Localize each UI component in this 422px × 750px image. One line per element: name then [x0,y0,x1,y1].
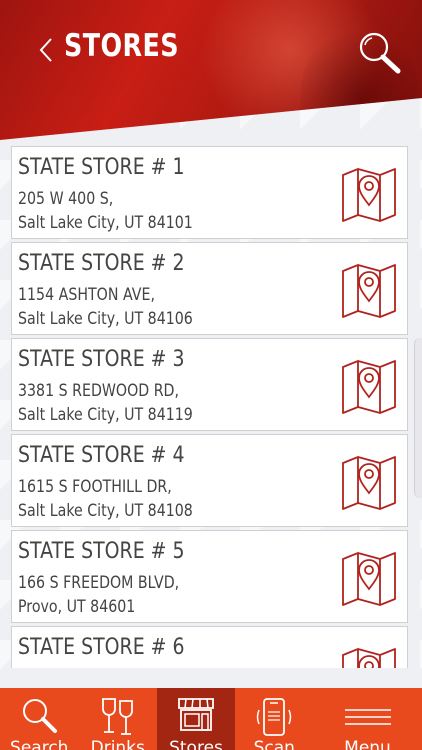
store-map-button[interactable] [340,453,398,511]
store-address-line1: 3381 S REDWOOD RD, [18,381,180,400]
store-name: STATE STORE # 2 [18,251,185,276]
store-map-button[interactable] [340,645,398,668]
store-address-line1: 1615 S FOOTHILL DR, [18,477,172,496]
store-address: 3381 S REDWOOD RD, Salt Lake City, UT 84… [18,379,193,427]
map-pin-icon [342,360,396,414]
map-pin-icon [342,168,396,222]
store-list[interactable]: STATE STORE # 1 205 W 400 S, Salt Lake C… [11,146,409,668]
store-name: STATE STORE # 6 [18,635,185,660]
search-icon [359,32,401,74]
store-name: STATE STORE # 3 [18,347,185,372]
store-name: STATE STORE # 4 [18,443,185,468]
search-button[interactable] [356,30,404,76]
store-address-line2: Salt Lake City, UT 84101 [18,213,193,232]
store-address-line1: 1154 ASHTON AVE, [18,285,155,304]
store-address-line1: 166 S FREEDOM BLVD, [18,573,180,592]
store-card[interactable]: STATE STORE # 6 [11,626,408,668]
store-card[interactable]: STATE STORE # 2 1154 ASHTON AVE, Salt La… [11,242,408,335]
tab-label: Scan [253,738,295,750]
tab-drinks[interactable]: Drinks [79,688,158,750]
tab-label: Drinks [90,738,145,750]
tab-label: Stores [169,738,223,750]
store-address-line2: Salt Lake City, UT 84108 [18,501,193,520]
store-address-line2: Salt Lake City, UT 84106 [18,309,193,328]
store-card[interactable]: STATE STORE # 3 3381 S REDWOOD RD, Salt … [11,338,408,431]
store-card[interactable]: STATE STORE # 4 1615 S FOOTHILL DR, Salt… [11,434,408,527]
page-title: STORES [64,28,179,64]
store-address-line1: 205 W 400 S, [18,189,114,208]
store-map-button[interactable] [340,165,398,223]
tab-menu[interactable]: Menu [314,688,422,750]
store-address: 1615 S FOOTHILL DR, Salt Lake City, UT 8… [18,475,193,523]
store-address-line2: Provo, UT 84601 [18,597,136,616]
back-button[interactable] [34,34,58,66]
store-address-line2: Salt Lake City, UT 84119 [18,405,193,424]
tab-label: Search [10,738,69,750]
tab-label: Menu [344,738,391,750]
hamburger-icon [344,709,391,725]
scrollbar[interactable] [414,338,422,498]
storefront-icon [178,698,214,731]
map-pin-icon [342,264,396,318]
map-pin-icon [342,456,396,510]
store-address: 205 W 400 S, Salt Lake City, UT 84101 [18,187,193,235]
tab-bar: Search Drinks Stores Scan Menu [0,688,422,750]
map-pin-icon [342,648,396,668]
store-name: STATE STORE # 1 [18,155,185,180]
search-icon [23,699,58,733]
store-address: 166 S FREEDOM BLVD, Provo, UT 84601 [18,571,179,619]
tab-scan[interactable]: Scan [235,688,314,750]
store-card[interactable]: STATE STORE # 5 166 S FREEDOM BLVD, Prov… [11,530,408,623]
chevron-left-icon [39,38,52,62]
tab-search[interactable]: Search [0,688,79,750]
store-map-button[interactable] [340,261,398,319]
phone-scan-icon [257,698,292,736]
tab-stores[interactable]: Stores [157,688,235,750]
store-map-button[interactable] [340,549,398,607]
wine-glasses-icon [101,698,133,735]
map-pin-icon [342,552,396,606]
store-name: STATE STORE # 5 [18,539,185,564]
store-card[interactable]: STATE STORE # 1 205 W 400 S, Salt Lake C… [11,146,408,239]
store-address: 1154 ASHTON AVE, Salt Lake City, UT 8410… [18,283,193,331]
store-map-button[interactable] [340,357,398,415]
